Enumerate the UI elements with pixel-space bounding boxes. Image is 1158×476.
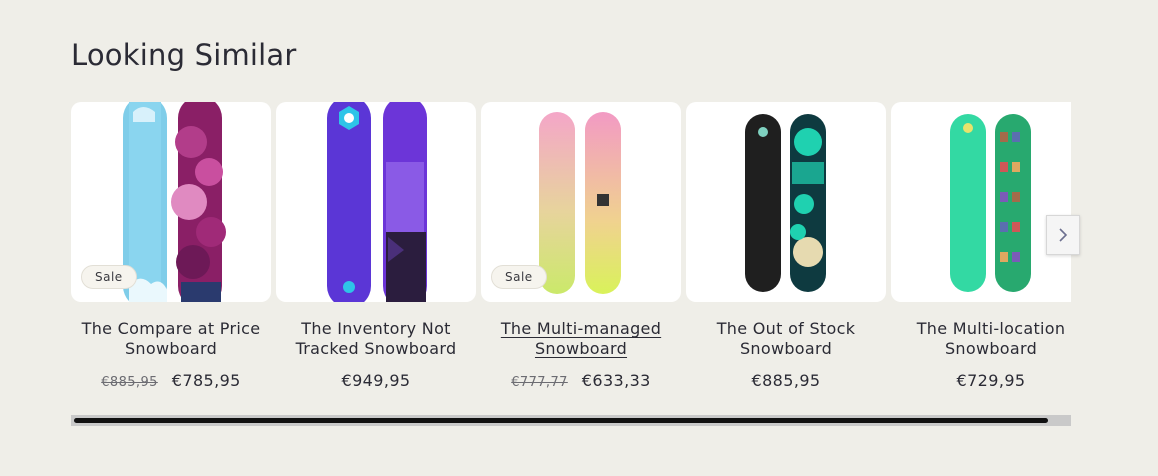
product-price: €949,95 [276,371,476,390]
product-image[interactable] [891,102,1071,302]
snowboard-image [745,114,826,292]
chevron-right-icon [1059,228,1068,242]
product-image[interactable]: Sale [71,102,271,302]
sale-badge: Sale [81,265,137,289]
compare-at-price: €777,77 [511,375,568,390]
product-carousel[interactable]: Sale The Compare at Price Snowboard €885… [71,102,1071,402]
product-card[interactable]: The Out of Stock Snowboard €885,95 [686,102,886,390]
product-price: €777,77 €633,33 [481,371,681,390]
regular-price: €949,95 [341,371,411,390]
product-card[interactable]: The Multi-location Snowboard €729,95 [891,102,1071,390]
regular-price: €729,95 [956,371,1026,390]
snowboard-image [950,114,1031,292]
product-price: €729,95 [891,371,1071,390]
product-image[interactable]: Sale [481,102,681,302]
compare-at-price: €885,95 [101,375,158,390]
sale-badge: Sale [491,265,547,289]
sale-price: €633,33 [581,371,651,390]
product-price: €885,95 €785,95 [71,371,271,390]
product-card[interactable]: Sale The Compare at Price Snowboard €885… [71,102,271,390]
product-price: €885,95 [686,371,886,390]
product-name[interactable]: The Out of Stock Snowboard [686,319,886,359]
product-card[interactable]: The Inventory Not Tracked Snowboard €949… [276,102,476,390]
product-image[interactable] [276,102,476,302]
carousel-next-button[interactable] [1046,215,1080,255]
product-name[interactable]: The Inventory Not Tracked Snowboard [276,319,476,359]
section-title: Looking Similar [71,38,297,72]
scrollbar-thumb[interactable] [74,418,1048,423]
product-name[interactable]: The Compare at Price Snowboard [71,319,271,359]
regular-price: €885,95 [751,371,821,390]
product-name[interactable]: The Multi-managed Snowboard [481,319,681,359]
snowboard-image [327,102,427,302]
product-card[interactable]: Sale The Multi-managed Snowboard €777,77… [481,102,681,390]
carousel-scrollbar[interactable] [71,415,1071,426]
product-image[interactable] [686,102,886,302]
sale-price: €785,95 [171,371,241,390]
product-name[interactable]: The Multi-location Snowboard [891,319,1071,359]
